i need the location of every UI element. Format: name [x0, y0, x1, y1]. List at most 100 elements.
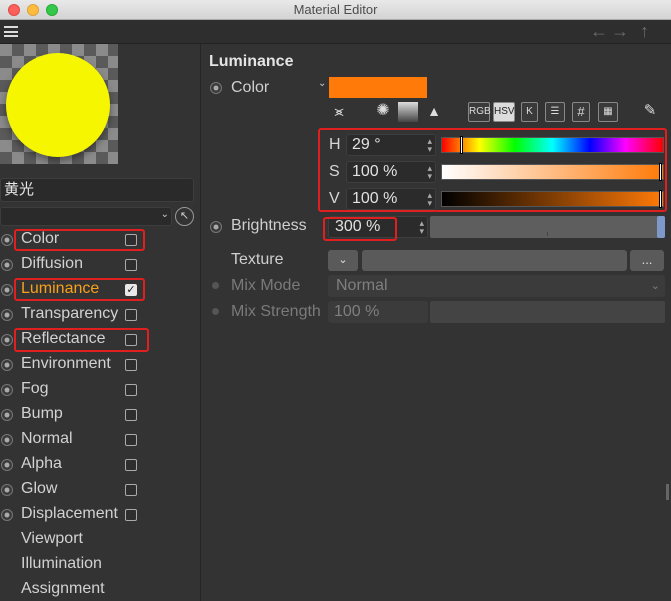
channel-item-bump[interactable]: Bump — [0, 403, 201, 428]
channel-label: Viewport — [21, 530, 83, 547]
channel-label: Assignment — [21, 580, 105, 597]
brightness-slider-handle[interactable] — [657, 216, 665, 238]
channel-item-assignment[interactable]: Assignment — [0, 578, 201, 601]
brightness-slider[interactable] — [430, 216, 665, 238]
channel-animate-radio[interactable] — [1, 509, 13, 521]
texture-label: Texture — [231, 251, 284, 268]
channel-label: Fog — [21, 380, 49, 397]
rgb-mode-button[interactable]: RGB — [468, 102, 491, 122]
channel-animate-radio[interactable] — [1, 409, 13, 421]
slider-tick — [547, 232, 548, 236]
channel-enable-checkbox[interactable] — [125, 434, 137, 446]
mix-mode-animate-radio[interactable] — [212, 282, 219, 289]
highlight-brightness — [323, 217, 397, 241]
channel-label: Alpha — [21, 455, 62, 472]
texture-dropdown-button[interactable]: ⌄ — [328, 250, 358, 271]
channel-label: Normal — [21, 430, 73, 447]
stepper-icon[interactable]: ▴ ▾ — [419, 219, 424, 236]
color-animate-radio[interactable] — [210, 82, 222, 94]
image-picker-icon[interactable]: ▲ — [423, 102, 445, 122]
window-title: Material Editor — [293, 2, 378, 17]
arrow-left-icon[interactable]: ← — [590, 21, 608, 42]
channel-animate-radio[interactable] — [1, 309, 13, 321]
channel-animate-radio[interactable] — [1, 459, 13, 471]
channel-enable-checkbox[interactable] — [125, 509, 137, 521]
attributes-panel: Luminance Color ⌄ ⪤ ✺ ▲ RGB HSV K ☰ # ▦ … — [202, 44, 671, 601]
channel-item-glow[interactable]: Glow — [0, 478, 201, 503]
channel-panel: 黄光 ⌄ ↖ Color Diffusion Luminance ✓ Transpare… — [0, 44, 201, 601]
collapse-icon[interactable]: ⪤ — [328, 102, 350, 122]
spectrum-icon[interactable] — [398, 102, 418, 122]
material-preview[interactable] — [0, 44, 118, 164]
mix-mode-label: Mix Mode — [231, 277, 301, 294]
brightness-animate-radio[interactable] — [210, 221, 222, 233]
hex-mode-button[interactable]: # — [572, 102, 590, 122]
channel-enable-checkbox[interactable] — [125, 309, 137, 321]
arrow-up-icon[interactable]: ↑ — [640, 21, 649, 42]
highlight-luminance-channel — [14, 278, 145, 301]
swatches-grid-icon[interactable]: ▦ — [598, 102, 618, 122]
texture-menu-button[interactable]: ... — [630, 250, 664, 271]
channel-item-normal[interactable]: Normal — [0, 428, 201, 453]
channel-label: Environment — [21, 355, 111, 372]
channel-enable-checkbox[interactable] — [125, 409, 137, 421]
kelvin-mode-button[interactable]: K — [521, 102, 538, 122]
chevron-down-icon: ⌄ — [650, 280, 660, 292]
preview-sphere — [6, 53, 110, 157]
highlight-hsv-block — [318, 128, 667, 212]
channel-animate-radio[interactable] — [1, 234, 13, 246]
channel-item-viewport[interactable]: Viewport — [0, 528, 201, 553]
channel-label: Diffusion — [21, 255, 83, 272]
mix-strength-input[interactable]: 100 % — [328, 301, 428, 323]
channel-item-transparency[interactable]: Transparency — [0, 303, 201, 328]
section-title: Luminance — [209, 53, 294, 70]
color-swatch[interactable] — [329, 77, 427, 98]
material-name-field[interactable]: 黄光 — [0, 178, 194, 202]
arrow-right-icon[interactable]: → — [611, 21, 629, 42]
pointer-pick-icon[interactable]: ↖ — [175, 207, 194, 226]
channel-enable-checkbox[interactable] — [125, 359, 137, 371]
hsv-mode-button[interactable]: HSV — [493, 102, 515, 122]
highlight-reflectance-channel — [14, 328, 149, 352]
mix-mode-value: Normal — [336, 277, 388, 294]
mixer-sliders-icon[interactable]: ☰ — [545, 102, 565, 122]
mix-strength-value: 100 % — [334, 303, 380, 320]
channel-label: Displacement — [21, 505, 118, 522]
layer-dropdown[interactable]: ⌄ — [0, 207, 172, 226]
scrollbar[interactable] — [666, 484, 669, 500]
channel-animate-radio[interactable] — [1, 284, 13, 296]
mix-strength-slider[interactable] — [430, 301, 665, 323]
channel-item-displacement[interactable]: Displacement — [0, 503, 201, 528]
channel-item-alpha[interactable]: Alpha — [0, 453, 201, 478]
channel-item-diffusion[interactable]: Diffusion — [0, 253, 201, 278]
texture-field[interactable] — [362, 250, 627, 271]
color-expand-chevron-icon[interactable]: ⌄ — [318, 78, 326, 89]
mix-mode-dropdown[interactable]: Normal ⌄ — [328, 275, 665, 297]
channel-enable-checkbox[interactable] — [125, 384, 137, 396]
channel-animate-radio[interactable] — [1, 484, 13, 496]
channel-animate-radio[interactable] — [1, 259, 13, 271]
hamburger-menu-icon[interactable] — [4, 26, 18, 37]
channel-animate-radio[interactable] — [1, 384, 13, 396]
channel-label: Illumination — [21, 555, 102, 572]
channel-item-fog[interactable]: Fog — [0, 378, 201, 403]
color-label: Color — [231, 79, 270, 96]
channel-enable-checkbox[interactable] — [125, 484, 137, 496]
title-bar: Material Editor — [0, 0, 671, 20]
channel-item-illumination[interactable]: Illumination — [0, 553, 201, 578]
eyedropper-icon[interactable]: ✎ — [639, 102, 661, 122]
channel-label: Glow — [21, 480, 58, 497]
channel-animate-radio[interactable] — [1, 359, 13, 371]
mix-strength-label: Mix Strength — [231, 303, 321, 320]
channel-enable-checkbox[interactable] — [125, 259, 137, 271]
menu-bar: ← → ↑ — [0, 20, 671, 44]
channel-label: Bump — [21, 405, 63, 422]
mix-strength-animate-radio[interactable] — [212, 308, 219, 315]
channel-animate-radio[interactable] — [1, 434, 13, 446]
highlight-color-channel — [14, 229, 145, 251]
channel-animate-radio[interactable] — [1, 334, 13, 346]
color-wheel-icon[interactable]: ✺ — [372, 102, 394, 122]
channel-enable-checkbox[interactable] — [125, 459, 137, 471]
brightness-label: Brightness — [231, 217, 307, 234]
channel-item-environment[interactable]: Environment — [0, 353, 201, 378]
